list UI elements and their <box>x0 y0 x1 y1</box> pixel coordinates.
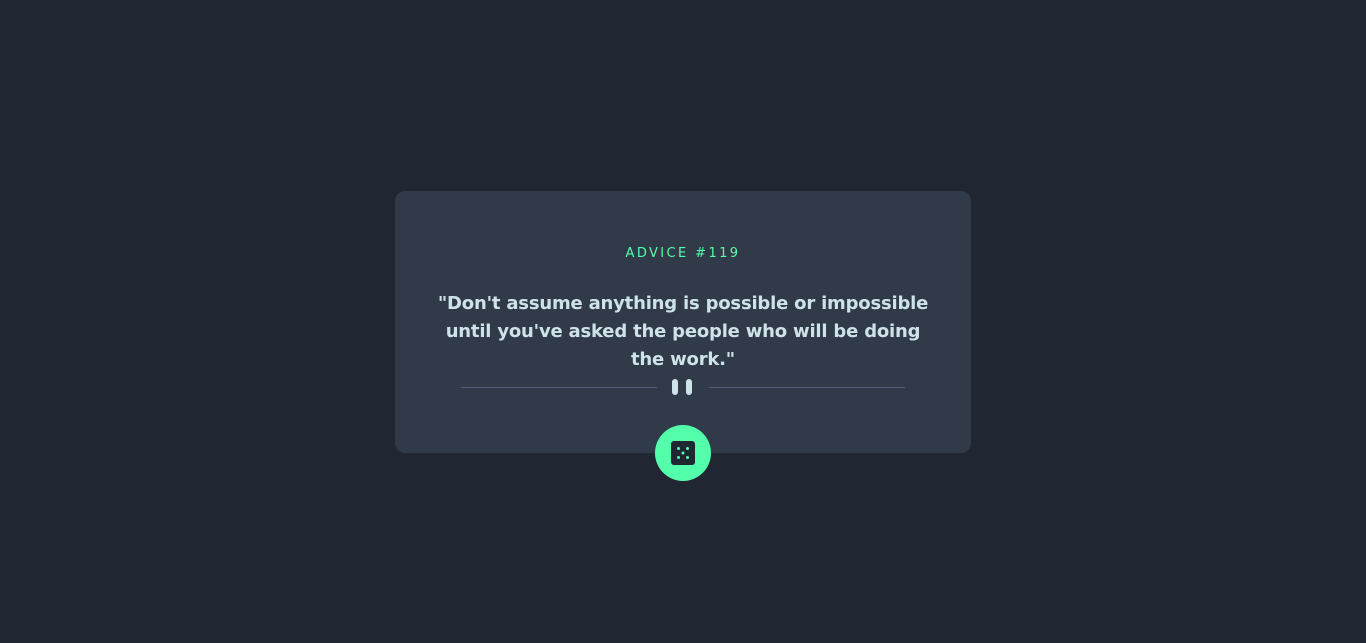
divider-line-left <box>461 387 657 388</box>
pause-quotes-icon <box>672 379 694 395</box>
divider-line-right <box>709 387 905 388</box>
advice-quote: "Don't assume anything is possible or im… <box>437 293 929 370</box>
generate-advice-button[interactable] <box>655 425 711 481</box>
advice-card: ADVICE #119 "Don't assume anything is po… <box>395 191 971 453</box>
dice-icon <box>671 441 695 465</box>
advice-number: ADVICE #119 <box>625 246 741 261</box>
pattern-divider <box>461 377 905 397</box>
